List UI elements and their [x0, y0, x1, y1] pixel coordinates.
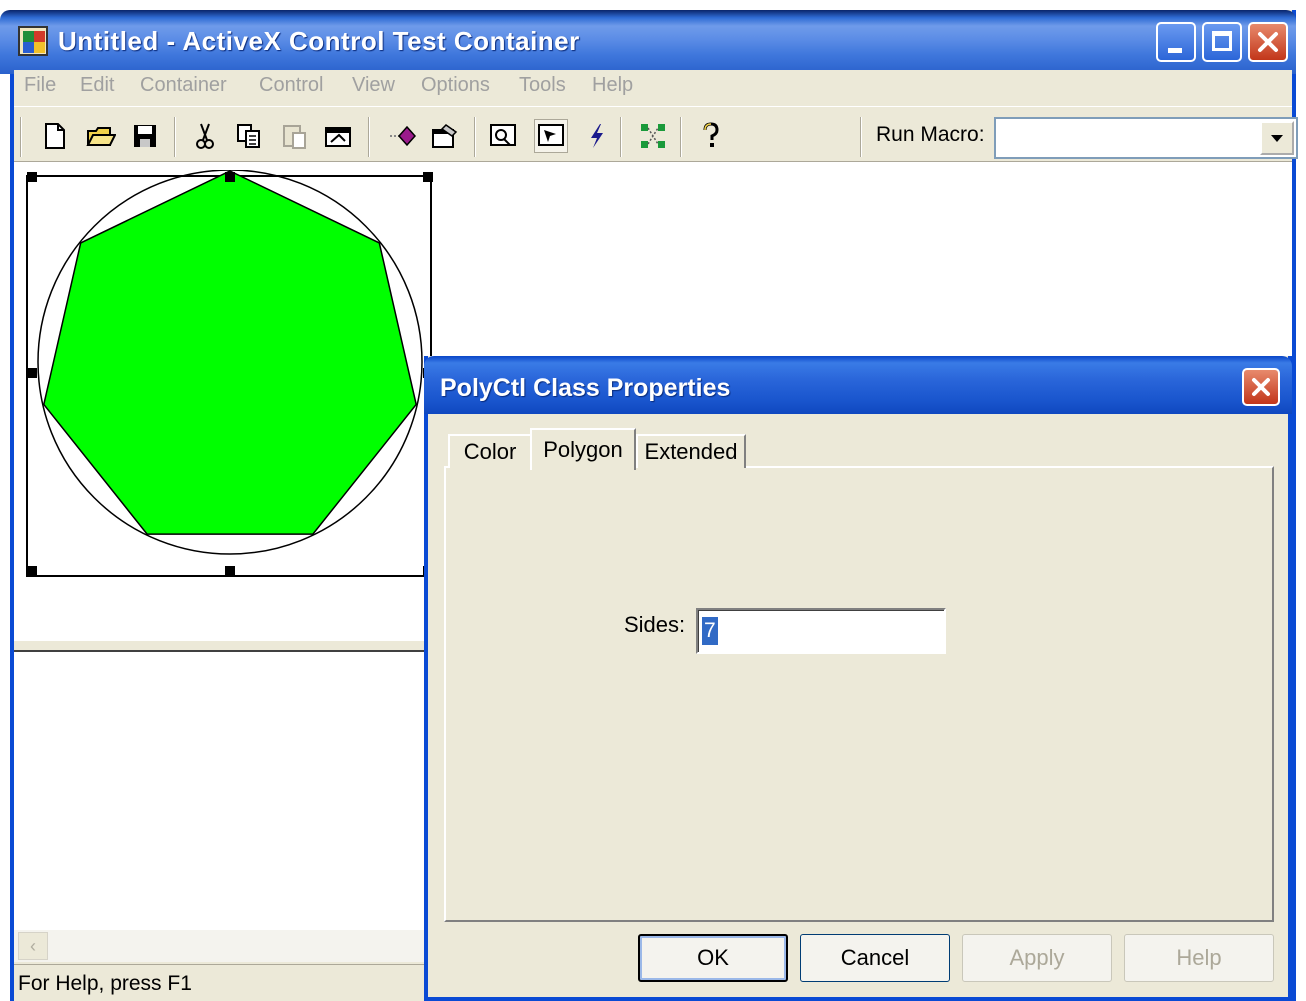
chevron-left-icon: ‹ [30, 935, 36, 956]
help-button[interactable]: Help [1124, 934, 1274, 982]
maximize-button[interactable] [1202, 22, 1242, 62]
properties-button[interactable] [428, 119, 462, 153]
paste-button[interactable] [278, 119, 312, 153]
chevron-down-icon [1271, 135, 1283, 142]
close-button[interactable] [1248, 22, 1288, 62]
handle-top[interactable] [225, 172, 235, 182]
sides-label: Sides: [624, 612, 686, 637]
toolbar: Run Macro: [14, 106, 1298, 162]
save-icon [134, 125, 156, 147]
tab-polygon[interactable]: Polygon [530, 428, 636, 470]
help-icon [703, 122, 719, 147]
copy-icon [237, 124, 260, 148]
save-button[interactable] [128, 119, 162, 153]
events-button[interactable] [580, 119, 614, 153]
minimize-button[interactable] [1156, 22, 1196, 62]
open-button[interactable] [84, 119, 118, 153]
ambient-icon [490, 124, 516, 146]
events-icon [591, 124, 603, 148]
connections-button[interactable] [636, 119, 670, 153]
tab-color[interactable]: Color [448, 434, 532, 468]
cancel-button[interactable]: Cancel [800, 934, 950, 982]
close-icon [1258, 32, 1278, 52]
invoke-method-icon [390, 125, 417, 147]
ambient-properties-button[interactable] [486, 119, 520, 153]
run-macro-label: Run Macro: [876, 123, 985, 146]
ok-button[interactable]: OK [638, 934, 788, 982]
handle-bottom-left[interactable] [27, 566, 37, 576]
connections-icon [641, 124, 665, 148]
help-toolbar-button[interactable] [694, 119, 728, 153]
menu-help[interactable]: Help [592, 74, 633, 97]
menu-view[interactable]: View [352, 74, 395, 97]
menu-tools[interactable]: Tools [519, 74, 566, 97]
dialog-title: PolyCtl Class Properties [440, 374, 731, 402]
tab-panel-polygon [444, 466, 1274, 922]
copy-button[interactable] [232, 119, 266, 153]
menu-edit[interactable]: Edit [80, 74, 114, 97]
new-file-button[interactable] [38, 119, 72, 153]
handle-top-right[interactable] [423, 172, 433, 182]
menu-bar: File Edit Container Control View Options… [14, 70, 1292, 104]
polygon-control[interactable] [25, 170, 435, 578]
cut-button[interactable] [188, 119, 222, 153]
sides-input[interactable]: 7 [696, 608, 946, 654]
tab-extended[interactable]: Extended [636, 434, 746, 468]
open-folder-icon [86, 127, 116, 146]
handle-top-left[interactable] [27, 172, 37, 182]
paste-icon [283, 125, 306, 149]
dialog-close-button[interactable] [1242, 368, 1280, 406]
scroll-left-button[interactable]: ‹ [18, 932, 48, 960]
toolbar-separator [620, 117, 622, 157]
toolbar-separator [860, 117, 862, 157]
menu-container[interactable]: Container [140, 74, 227, 97]
handle-bottom[interactable] [225, 566, 235, 576]
menu-file[interactable]: File [24, 74, 56, 97]
run-macro-dropdown-button[interactable] [1260, 121, 1294, 155]
toolbar-separator [474, 117, 476, 157]
new-file-icon [45, 123, 65, 149]
sides-value: 7 [702, 617, 718, 645]
close-icon [1252, 378, 1270, 396]
horizontal-scrollbar[interactable] [14, 930, 434, 962]
insert-control-icon [325, 127, 351, 147]
design-mode-icon [538, 124, 564, 146]
menu-options[interactable]: Options [421, 74, 490, 97]
maximize-icon [1212, 31, 1232, 51]
apply-button[interactable]: Apply [962, 934, 1112, 982]
minimize-icon [1168, 48, 1182, 53]
toolbar-separator [174, 117, 176, 157]
toolbar-separator [368, 117, 370, 157]
invoke-methods-button[interactable] [386, 119, 420, 153]
window-title: Untitled - ActiveX Control Test Containe… [58, 26, 580, 56]
handle-left[interactable] [27, 368, 37, 378]
insert-control-button[interactable] [322, 119, 356, 153]
run-macro-combobox[interactable] [994, 117, 1298, 159]
menu-control[interactable]: Control [259, 74, 323, 97]
toolbar-grip [20, 117, 22, 157]
status-text: For Help, press F1 [18, 972, 192, 995]
toolbar-separator [680, 117, 682, 157]
properties-icon [432, 124, 458, 148]
cut-icon [196, 123, 214, 149]
design-mode-button[interactable] [534, 119, 568, 153]
app-icon[interactable] [18, 26, 48, 56]
